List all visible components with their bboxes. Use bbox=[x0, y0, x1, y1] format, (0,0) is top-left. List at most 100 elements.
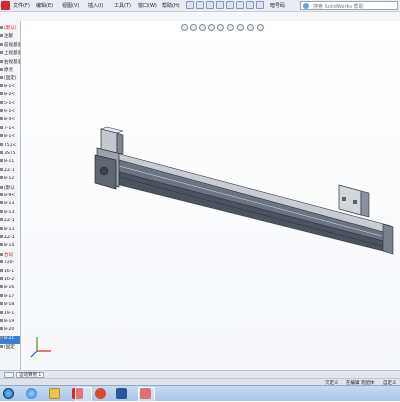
tree-item-label: 16-2 bbox=[4, 277, 15, 282]
tree-item-label: 合词 bbox=[4, 252, 13, 258]
tree-item[interactable]: ZZ-1 bbox=[0, 235, 20, 243]
tree-item[interactable]: 8-20 bbox=[0, 327, 20, 335]
tree-item[interactable]: (默认) bbox=[0, 25, 20, 33]
tree-item[interactable]: (默认 bbox=[0, 185, 20, 193]
tree-item[interactable]: 8-14 bbox=[0, 243, 20, 251]
tree-item-label: 8-11 bbox=[4, 159, 15, 165]
start-orb-icon[interactable] bbox=[3, 388, 14, 399]
tree-item[interactable]: 8-11 bbox=[0, 159, 20, 167]
tree-item[interactable]: 8-9< bbox=[0, 193, 20, 201]
tree-item[interactable]: 8-12 bbox=[0, 176, 20, 184]
help-search-input[interactable]: 搜索 SolidWorks 帮助 bbox=[300, 1, 398, 10]
tree-item[interactable]: 8-13 bbox=[0, 226, 20, 235]
tree-item[interactable]: ZZ-1 bbox=[0, 218, 20, 226]
tree-item[interactable]: 8-1< bbox=[0, 134, 20, 142]
tree-item[interactable]: 上视基准面 bbox=[0, 50, 20, 58]
tree-item-label: ZZ-1 bbox=[4, 235, 15, 240]
print-icon[interactable] bbox=[216, 1, 224, 9]
explorer-icon[interactable] bbox=[49, 388, 60, 399]
tree-item[interactable]: 8-2< bbox=[0, 92, 20, 100]
select-icon[interactable] bbox=[236, 1, 244, 9]
tree-item-label: ZZ-1 bbox=[4, 218, 15, 224]
tree-item[interactable]: 8-17 bbox=[0, 293, 20, 302]
tree-item-label: (固定 bbox=[4, 345, 15, 351]
component-icon bbox=[0, 277, 3, 280]
word-icon[interactable] bbox=[116, 388, 127, 399]
tree-item[interactable]: 16-2 bbox=[0, 277, 20, 285]
tree-item[interactable]: 5-1< bbox=[0, 100, 20, 109]
tree-item-label: 8-1< bbox=[4, 134, 16, 140]
windows-taskbar bbox=[0, 385, 400, 402]
component-icon bbox=[0, 51, 3, 55]
solidworks-logo-icon[interactable] bbox=[1, 1, 10, 10]
component-icon bbox=[0, 243, 3, 247]
component-icon bbox=[0, 159, 3, 163]
tree-item[interactable]: (固定) bbox=[0, 75, 20, 83]
menu-window[interactable]: 窗口(W) bbox=[138, 2, 157, 9]
extra-label[interactable]: 暗号码 bbox=[270, 2, 285, 9]
new-icon[interactable] bbox=[186, 1, 194, 9]
menu-help[interactable]: 帮助(H) bbox=[162, 2, 180, 9]
save-icon[interactable] bbox=[206, 1, 214, 9]
component-icon bbox=[0, 167, 3, 171]
component-icon bbox=[0, 209, 3, 213]
component-icon bbox=[0, 327, 3, 331]
tree-item[interactable]: 前视基准面 bbox=[0, 42, 20, 50]
tree-item-label: ZZ-1 bbox=[4, 167, 15, 173]
tree-item-label: 5-1< bbox=[4, 100, 16, 106]
tree-item[interactable]: 8-1< bbox=[0, 83, 20, 92]
tree-item[interactable]: T51< bbox=[0, 142, 20, 151]
component-icon bbox=[0, 92, 3, 96]
component-icon bbox=[0, 176, 3, 180]
menu-edit[interactable]: 编辑(E) bbox=[36, 2, 53, 9]
rebuild-icon[interactable] bbox=[246, 1, 254, 9]
component-icon bbox=[0, 83, 3, 87]
tree-item[interactable]: 6-1< bbox=[0, 109, 20, 117]
tree-item[interactable]: 16-1 bbox=[0, 268, 20, 277]
tree-item[interactable]: 720- bbox=[0, 260, 20, 268]
tree-item-label: 8-13 bbox=[4, 209, 15, 215]
open-icon[interactable] bbox=[196, 1, 204, 9]
tree-item[interactable]: 合词 bbox=[0, 252, 20, 260]
component-icon bbox=[0, 125, 3, 129]
tree-item-label: 8-4< bbox=[4, 117, 16, 123]
tree-item[interactable]: 19-1 bbox=[0, 310, 20, 319]
tree-item[interactable]: 8-4< bbox=[0, 117, 20, 125]
tree-item-label: 19-1 bbox=[4, 310, 15, 316]
tree-item-label: 8-16 bbox=[4, 285, 15, 291]
ie-icon[interactable] bbox=[26, 388, 37, 399]
component-icon bbox=[0, 218, 3, 222]
tree-item-label: 8-9< bbox=[4, 193, 16, 198]
tree-item-label: 8-14 bbox=[4, 243, 15, 249]
tree-item[interactable]: 右视基准面 bbox=[0, 59, 20, 67]
graphics-viewport[interactable] bbox=[21, 21, 400, 369]
tree-item[interactable]: (固定 bbox=[0, 344, 20, 352]
tree-item-label: 上视基准面 bbox=[4, 51, 20, 57]
component-icon bbox=[0, 260, 3, 264]
menu-file[interactable]: 文件(F) bbox=[13, 2, 30, 9]
tree-item[interactable]: ZZ-1 bbox=[0, 167, 20, 176]
menu-view[interactable]: 视图(V) bbox=[62, 2, 79, 9]
wps-icon[interactable] bbox=[95, 388, 106, 399]
tree-item-label: 8-18 bbox=[4, 302, 15, 308]
component-icon bbox=[0, 42, 3, 46]
tree-item[interactable]: 注解 bbox=[0, 33, 20, 41]
tree-item[interactable]: 8-13 bbox=[0, 209, 20, 218]
tree-item[interactable]: 原点 bbox=[0, 67, 20, 75]
menu-insert[interactable]: 插入(I) bbox=[88, 2, 103, 9]
tree-item[interactable]: 7-1< bbox=[0, 125, 20, 134]
tree-item[interactable]: 8-21 bbox=[0, 335, 20, 344]
tree-item[interactable]: 8-13 bbox=[0, 201, 20, 209]
options-icon[interactable] bbox=[256, 1, 264, 9]
tree-item[interactable]: 3ST5 bbox=[0, 151, 20, 159]
linear-module-model[interactable] bbox=[21, 21, 400, 369]
tree-item[interactable]: 8-18 bbox=[0, 302, 20, 310]
tree-item[interactable]: 8-16 bbox=[0, 285, 20, 293]
menu-bar: 文件(F) 编辑(E) 视图(V) 插入(I) 工具(T) 窗口(W) 帮助(H… bbox=[0, 0, 400, 12]
tree-item-label: 16-1 bbox=[4, 268, 15, 274]
menu-tools[interactable]: 工具(T) bbox=[114, 2, 131, 9]
tree-item-label: 8-19 bbox=[4, 319, 15, 324]
tree-item-label: 前视基准面 bbox=[4, 42, 20, 48]
undo-icon[interactable] bbox=[226, 1, 234, 9]
tree-item[interactable]: 8-19 bbox=[0, 319, 20, 327]
